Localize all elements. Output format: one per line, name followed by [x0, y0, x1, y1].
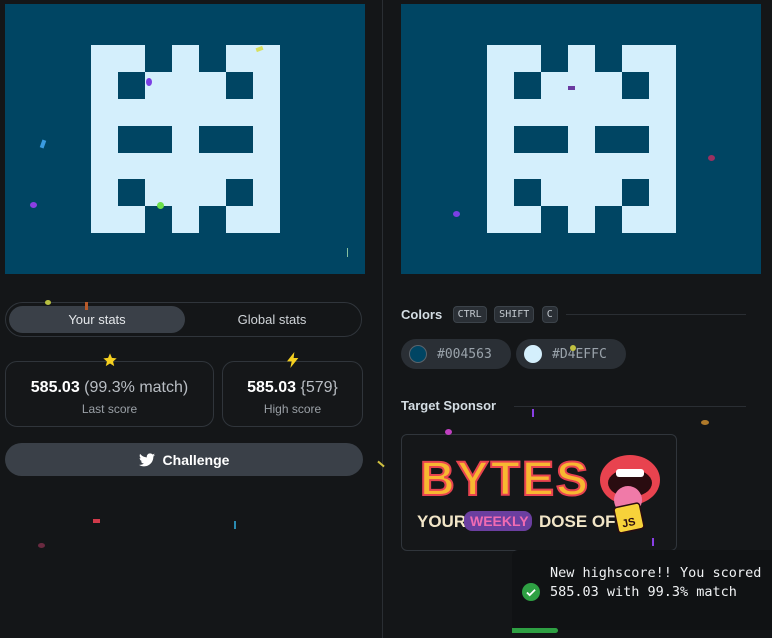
toast-progress-bar: [512, 628, 558, 633]
confetti-piece: [708, 155, 715, 161]
colors-header: Colors CTRL SHIFT C: [401, 306, 558, 324]
confetti-piece: [146, 78, 152, 86]
kbd-shift: SHIFT: [494, 306, 535, 324]
tagline-right: DOSE OF: [539, 512, 616, 531]
kbd-ctrl: CTRL: [452, 306, 487, 324]
color-hex-secondary: #D4EFFC: [552, 346, 607, 362]
confetti-piece: [347, 248, 348, 257]
output-canvas: [5, 4, 365, 274]
lightning-icon: [286, 352, 300, 373]
tagline-badge: WEEKLY: [470, 513, 529, 529]
high-score-label: High score: [263, 402, 322, 416]
target-shape: [487, 45, 676, 233]
highscore-toast[interactable]: New highscore!! You scored 585.03 with 9…: [512, 550, 772, 630]
last-score-label: Last score: [81, 402, 138, 416]
confetti-piece: [30, 202, 37, 208]
color-hex-primary: #004563: [437, 346, 492, 362]
colors-title: Colors: [401, 307, 443, 322]
confetti-piece: [701, 420, 709, 425]
confetti-piece: [453, 211, 460, 217]
bytes-logo: BYTES YOUR WEEKLY DOSE OF JS: [417, 452, 660, 534]
colors-divider: [566, 314, 746, 315]
confetti-piece: [570, 345, 576, 351]
tagline-left: YOUR: [417, 512, 466, 531]
confetti-piece: [38, 543, 45, 548]
confetti-piece: [445, 429, 452, 435]
last-score-value: 585.03: [30, 379, 80, 396]
bytes-logo-text: BYTES: [420, 453, 590, 506]
check-circle-icon: [522, 583, 540, 606]
toast-message: New highscore!! You scored 585.03 with 9…: [550, 565, 762, 600]
last-score-line: 585.03 (99.3% match): [6, 379, 213, 397]
confetti-piece: [234, 521, 236, 529]
color-chip-primary[interactable]: #004563: [401, 339, 511, 369]
tab-global-stats[interactable]: Global stats: [186, 306, 358, 333]
last-score-card: 585.03 (99.3% match) Last score: [5, 353, 214, 427]
swatch-primary: [409, 345, 427, 363]
challenge-label: Challenge: [162, 451, 230, 468]
confetti-piece: [377, 460, 385, 468]
high-score-value: 585.03: [247, 379, 297, 396]
confetti-piece: [157, 202, 164, 209]
confetti-piece: [93, 519, 100, 523]
swatch-secondary: [524, 345, 542, 363]
target-canvas: [401, 4, 761, 274]
stats-tab-group: Your stats Global stats: [5, 302, 362, 337]
column-divider: [382, 0, 383, 638]
confetti-piece: [85, 302, 88, 310]
last-score-match: (99.3% match): [84, 379, 189, 396]
output-shape: [91, 45, 280, 233]
sponsor-title: Target Sponsor: [401, 398, 497, 413]
confetti-piece: [532, 409, 534, 417]
confetti-piece: [45, 300, 51, 305]
star-icon: [102, 352, 118, 373]
kbd-c: C: [541, 306, 558, 324]
sponsor-banner[interactable]: BYTES YOUR WEEKLY DOSE OF JS: [401, 434, 677, 551]
tab-your-stats[interactable]: Your stats: [9, 306, 185, 333]
confetti-piece: [652, 538, 654, 546]
confetti-piece: [568, 86, 575, 90]
challenge-button[interactable]: Challenge: [5, 443, 363, 476]
sponsor-divider: [514, 406, 746, 407]
high-score-rank: {579}: [300, 379, 338, 396]
twitter-icon: [138, 452, 155, 466]
color-chip-secondary[interactable]: #D4EFFC: [516, 339, 626, 369]
high-score-card: 585.03 {579} High score: [222, 352, 363, 427]
high-score-line: 585.03 {579}: [223, 379, 362, 397]
